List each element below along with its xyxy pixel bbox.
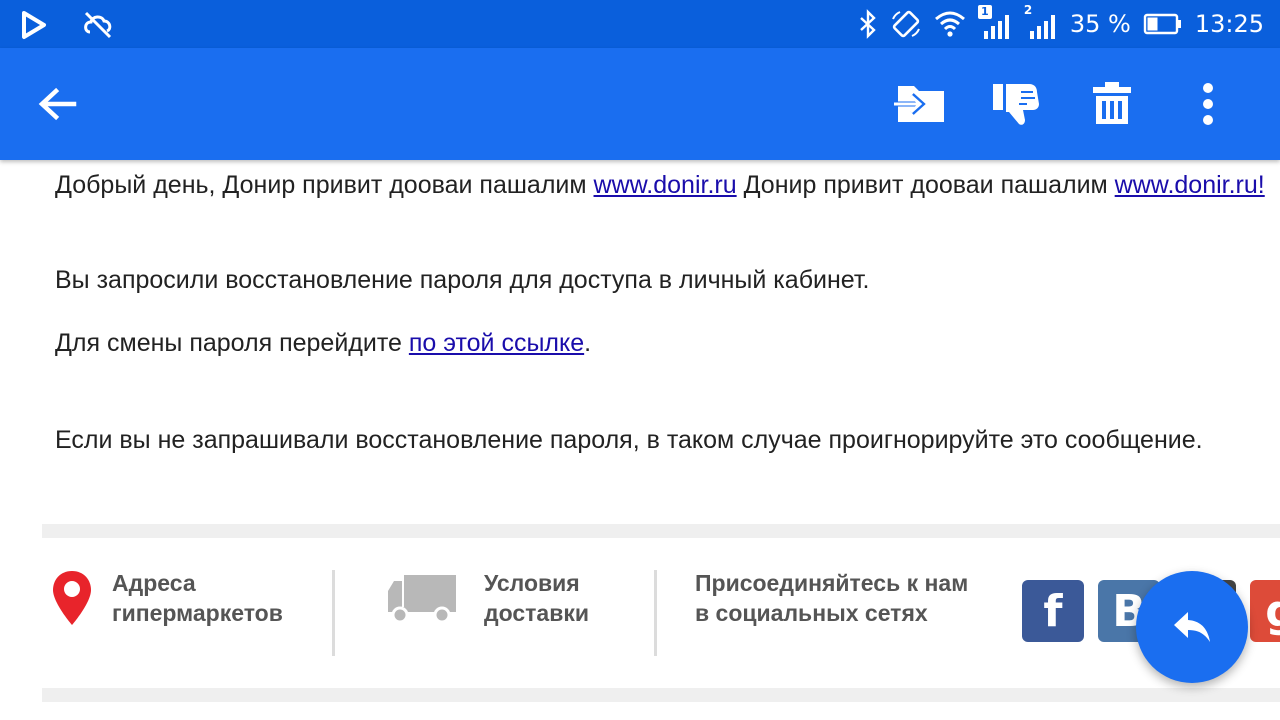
location-pin-icon	[53, 571, 91, 625]
site-link-1[interactable]: www.donir.ru	[594, 171, 737, 199]
arrow-back-icon	[38, 87, 77, 121]
reply-icon	[1174, 612, 1210, 642]
delete-icon	[1093, 82, 1131, 124]
addresses-link[interactable]: Адреса гипермаркетов	[50, 568, 283, 628]
delivery-line2: доставки	[484, 600, 589, 626]
greeting-text-b: Донир привит дооваи пашалим	[736, 171, 1115, 199]
wifi-icon	[934, 11, 965, 37]
battery-percent: 35 %	[1069, 10, 1131, 38]
status-bar: 1 2 35 % 13:25	[0, 0, 1280, 48]
email-footer: Адреса гипермаркетов Условия доставки Пр…	[42, 538, 1280, 688]
social-line2: в социальных сетях	[695, 600, 928, 626]
addresses-line2: гипермаркетов	[112, 600, 283, 626]
reply-fab[interactable]	[1136, 571, 1248, 683]
back-button[interactable]	[36, 82, 80, 126]
play-store-icon	[22, 11, 46, 39]
clock: 13:25	[1194, 10, 1264, 38]
google-plus-icon: g	[1265, 586, 1280, 637]
rotate-icon	[891, 10, 920, 38]
facebook-button[interactable]: f	[1022, 580, 1084, 642]
bluetooth-icon	[860, 9, 876, 39]
greeting-text-a: Добрый день, Донир привит дооваи пашалим	[55, 171, 594, 199]
signal-sim2-icon: 2	[1024, 3, 1058, 39]
social-caption: Присоединяйтесь к нам в социальных сетях	[695, 568, 968, 628]
delivery-link[interactable]: Условия доставки	[386, 568, 589, 628]
more-vert-icon	[1203, 83, 1213, 125]
footer-divider-bottom	[42, 688, 1280, 702]
delivery-truck-icon	[388, 575, 456, 623]
facebook-icon: f	[1043, 585, 1063, 637]
greeting-paragraph: Добрый день, Донир привит дооваи пашалим…	[55, 170, 1265, 201]
request-paragraph: Вы запросили восстановление пароля для д…	[55, 266, 870, 294]
delete-button[interactable]	[1064, 76, 1160, 132]
spam-button[interactable]	[968, 76, 1064, 132]
footer-divider-top	[42, 524, 1280, 538]
spam-icon	[993, 84, 1039, 125]
message-body: Добрый день, Донир привит дооваи пашалим…	[0, 160, 1280, 720]
sync-disabled-icon	[84, 11, 112, 39]
app-bar	[0, 48, 1280, 160]
change-password-end: .	[584, 329, 592, 357]
signal-sim1-icon: 1	[977, 5, 1012, 39]
change-password-text: Для смены пароля перейдите	[55, 329, 409, 357]
footer-separator-1	[332, 570, 335, 656]
reset-password-link[interactable]: по этой ссылке	[409, 329, 584, 357]
change-password-paragraph: Для смены пароля перейдите по этой ссылк…	[55, 328, 1265, 359]
move-to-folder-icon	[894, 86, 944, 122]
site-link-2[interactable]: www.donir.ru!	[1115, 171, 1265, 199]
move-to-folder-button[interactable]	[872, 76, 968, 132]
more-options-button[interactable]	[1160, 76, 1256, 132]
google-plus-button[interactable]: g	[1250, 580, 1280, 642]
ignore-paragraph: Если вы не запрашивали восстановление па…	[55, 426, 1203, 454]
footer-separator-2	[654, 570, 657, 656]
delivery-line1: Условия	[484, 570, 580, 596]
battery-icon	[1143, 13, 1181, 35]
social-line1: Присоединяйтесь к нам	[695, 570, 969, 596]
addresses-line1: Адреса	[112, 570, 196, 596]
